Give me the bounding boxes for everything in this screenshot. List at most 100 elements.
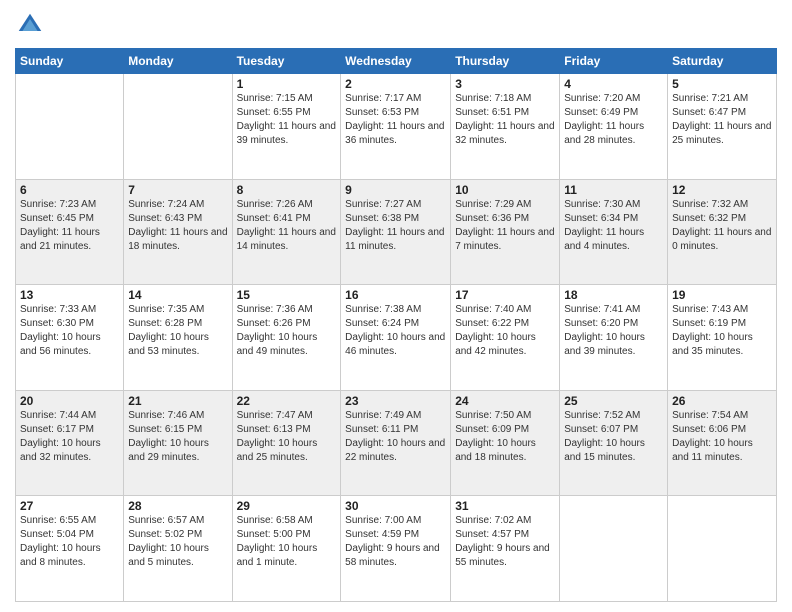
day-number: 21 bbox=[128, 394, 227, 408]
day-info: Sunrise: 7:47 AM Sunset: 6:13 PM Dayligh… bbox=[237, 409, 337, 465]
calendar-week-row: 1Sunrise: 7:15 AM Sunset: 6:55 PM Daylig… bbox=[16, 74, 777, 180]
header-tuesday: Tuesday bbox=[232, 49, 341, 74]
calendar-cell: 23Sunrise: 7:49 AM Sunset: 6:11 PM Dayli… bbox=[341, 390, 451, 496]
calendar-cell: 11Sunrise: 7:30 AM Sunset: 6:34 PM Dayli… bbox=[560, 179, 668, 285]
day-info: Sunrise: 7:02 AM Sunset: 4:57 PM Dayligh… bbox=[455, 514, 555, 570]
day-number: 24 bbox=[455, 394, 555, 408]
day-info: Sunrise: 7:33 AM Sunset: 6:30 PM Dayligh… bbox=[20, 303, 119, 359]
day-info: Sunrise: 7:23 AM Sunset: 6:45 PM Dayligh… bbox=[20, 198, 119, 254]
calendar-cell: 25Sunrise: 7:52 AM Sunset: 6:07 PM Dayli… bbox=[560, 390, 668, 496]
calendar-week-row: 13Sunrise: 7:33 AM Sunset: 6:30 PM Dayli… bbox=[16, 285, 777, 391]
calendar-cell: 30Sunrise: 7:00 AM Sunset: 4:59 PM Dayli… bbox=[341, 496, 451, 602]
day-number: 28 bbox=[128, 499, 227, 513]
calendar-cell: 1Sunrise: 7:15 AM Sunset: 6:55 PM Daylig… bbox=[232, 74, 341, 180]
day-info: Sunrise: 7:52 AM Sunset: 6:07 PM Dayligh… bbox=[564, 409, 663, 465]
day-info: Sunrise: 7:38 AM Sunset: 6:24 PM Dayligh… bbox=[345, 303, 446, 359]
calendar: Sunday Monday Tuesday Wednesday Thursday… bbox=[15, 48, 777, 602]
calendar-cell: 4Sunrise: 7:20 AM Sunset: 6:49 PM Daylig… bbox=[560, 74, 668, 180]
day-number: 26 bbox=[672, 394, 772, 408]
day-info: Sunrise: 7:18 AM Sunset: 6:51 PM Dayligh… bbox=[455, 92, 555, 148]
day-number: 17 bbox=[455, 288, 555, 302]
day-info: Sunrise: 7:36 AM Sunset: 6:26 PM Dayligh… bbox=[237, 303, 337, 359]
day-info: Sunrise: 7:26 AM Sunset: 6:41 PM Dayligh… bbox=[237, 198, 337, 254]
day-info: Sunrise: 7:24 AM Sunset: 6:43 PM Dayligh… bbox=[128, 198, 227, 254]
calendar-week-row: 27Sunrise: 6:55 AM Sunset: 5:04 PM Dayli… bbox=[16, 496, 777, 602]
day-number: 11 bbox=[564, 183, 663, 197]
calendar-week-row: 20Sunrise: 7:44 AM Sunset: 6:17 PM Dayli… bbox=[16, 390, 777, 496]
calendar-cell: 18Sunrise: 7:41 AM Sunset: 6:20 PM Dayli… bbox=[560, 285, 668, 391]
day-number: 5 bbox=[672, 77, 772, 91]
day-number: 3 bbox=[455, 77, 555, 91]
header-sunday: Sunday bbox=[16, 49, 124, 74]
day-info: Sunrise: 7:46 AM Sunset: 6:15 PM Dayligh… bbox=[128, 409, 227, 465]
calendar-cell: 10Sunrise: 7:29 AM Sunset: 6:36 PM Dayli… bbox=[451, 179, 560, 285]
calendar-cell: 7Sunrise: 7:24 AM Sunset: 6:43 PM Daylig… bbox=[124, 179, 232, 285]
day-info: Sunrise: 7:54 AM Sunset: 6:06 PM Dayligh… bbox=[672, 409, 772, 465]
day-info: Sunrise: 7:40 AM Sunset: 6:22 PM Dayligh… bbox=[455, 303, 555, 359]
calendar-cell bbox=[124, 74, 232, 180]
day-number: 12 bbox=[672, 183, 772, 197]
header-wednesday: Wednesday bbox=[341, 49, 451, 74]
header bbox=[15, 10, 777, 40]
calendar-cell: 16Sunrise: 7:38 AM Sunset: 6:24 PM Dayli… bbox=[341, 285, 451, 391]
calendar-cell: 28Sunrise: 6:57 AM Sunset: 5:02 PM Dayli… bbox=[124, 496, 232, 602]
day-info: Sunrise: 6:55 AM Sunset: 5:04 PM Dayligh… bbox=[20, 514, 119, 570]
calendar-cell: 6Sunrise: 7:23 AM Sunset: 6:45 PM Daylig… bbox=[16, 179, 124, 285]
day-number: 22 bbox=[237, 394, 337, 408]
calendar-cell: 12Sunrise: 7:32 AM Sunset: 6:32 PM Dayli… bbox=[668, 179, 777, 285]
day-info: Sunrise: 6:58 AM Sunset: 5:00 PM Dayligh… bbox=[237, 514, 337, 570]
calendar-cell: 24Sunrise: 7:50 AM Sunset: 6:09 PM Dayli… bbox=[451, 390, 560, 496]
calendar-cell: 5Sunrise: 7:21 AM Sunset: 6:47 PM Daylig… bbox=[668, 74, 777, 180]
calendar-cell: 8Sunrise: 7:26 AM Sunset: 6:41 PM Daylig… bbox=[232, 179, 341, 285]
day-number: 30 bbox=[345, 499, 446, 513]
calendar-cell: 15Sunrise: 7:36 AM Sunset: 6:26 PM Dayli… bbox=[232, 285, 341, 391]
day-info: Sunrise: 7:15 AM Sunset: 6:55 PM Dayligh… bbox=[237, 92, 337, 148]
day-number: 27 bbox=[20, 499, 119, 513]
day-info: Sunrise: 7:21 AM Sunset: 6:47 PM Dayligh… bbox=[672, 92, 772, 148]
calendar-cell: 3Sunrise: 7:18 AM Sunset: 6:51 PM Daylig… bbox=[451, 74, 560, 180]
day-number: 19 bbox=[672, 288, 772, 302]
day-info: Sunrise: 6:57 AM Sunset: 5:02 PM Dayligh… bbox=[128, 514, 227, 570]
day-number: 4 bbox=[564, 77, 663, 91]
day-number: 9 bbox=[345, 183, 446, 197]
day-number: 25 bbox=[564, 394, 663, 408]
calendar-cell: 9Sunrise: 7:27 AM Sunset: 6:38 PM Daylig… bbox=[341, 179, 451, 285]
day-number: 16 bbox=[345, 288, 446, 302]
day-info: Sunrise: 7:20 AM Sunset: 6:49 PM Dayligh… bbox=[564, 92, 663, 148]
calendar-cell: 22Sunrise: 7:47 AM Sunset: 6:13 PM Dayli… bbox=[232, 390, 341, 496]
calendar-cell: 17Sunrise: 7:40 AM Sunset: 6:22 PM Dayli… bbox=[451, 285, 560, 391]
day-info: Sunrise: 7:44 AM Sunset: 6:17 PM Dayligh… bbox=[20, 409, 119, 465]
day-number: 20 bbox=[20, 394, 119, 408]
header-thursday: Thursday bbox=[451, 49, 560, 74]
day-info: Sunrise: 7:43 AM Sunset: 6:19 PM Dayligh… bbox=[672, 303, 772, 359]
calendar-header-row: Sunday Monday Tuesday Wednesday Thursday… bbox=[16, 49, 777, 74]
header-friday: Friday bbox=[560, 49, 668, 74]
calendar-cell: 26Sunrise: 7:54 AM Sunset: 6:06 PM Dayli… bbox=[668, 390, 777, 496]
day-info: Sunrise: 7:29 AM Sunset: 6:36 PM Dayligh… bbox=[455, 198, 555, 254]
calendar-cell bbox=[668, 496, 777, 602]
day-info: Sunrise: 7:41 AM Sunset: 6:20 PM Dayligh… bbox=[564, 303, 663, 359]
calendar-cell: 19Sunrise: 7:43 AM Sunset: 6:19 PM Dayli… bbox=[668, 285, 777, 391]
header-saturday: Saturday bbox=[668, 49, 777, 74]
calendar-cell: 13Sunrise: 7:33 AM Sunset: 6:30 PM Dayli… bbox=[16, 285, 124, 391]
calendar-cell bbox=[560, 496, 668, 602]
day-number: 7 bbox=[128, 183, 227, 197]
day-number: 18 bbox=[564, 288, 663, 302]
day-number: 2 bbox=[345, 77, 446, 91]
day-info: Sunrise: 7:32 AM Sunset: 6:32 PM Dayligh… bbox=[672, 198, 772, 254]
logo-icon bbox=[15, 10, 45, 40]
day-info: Sunrise: 7:35 AM Sunset: 6:28 PM Dayligh… bbox=[128, 303, 227, 359]
calendar-cell: 31Sunrise: 7:02 AM Sunset: 4:57 PM Dayli… bbox=[451, 496, 560, 602]
day-number: 23 bbox=[345, 394, 446, 408]
page: Sunday Monday Tuesday Wednesday Thursday… bbox=[0, 0, 792, 612]
day-number: 6 bbox=[20, 183, 119, 197]
day-info: Sunrise: 7:50 AM Sunset: 6:09 PM Dayligh… bbox=[455, 409, 555, 465]
calendar-cell bbox=[16, 74, 124, 180]
day-number: 8 bbox=[237, 183, 337, 197]
day-number: 14 bbox=[128, 288, 227, 302]
day-number: 15 bbox=[237, 288, 337, 302]
day-number: 10 bbox=[455, 183, 555, 197]
day-number: 29 bbox=[237, 499, 337, 513]
calendar-cell: 21Sunrise: 7:46 AM Sunset: 6:15 PM Dayli… bbox=[124, 390, 232, 496]
day-number: 31 bbox=[455, 499, 555, 513]
